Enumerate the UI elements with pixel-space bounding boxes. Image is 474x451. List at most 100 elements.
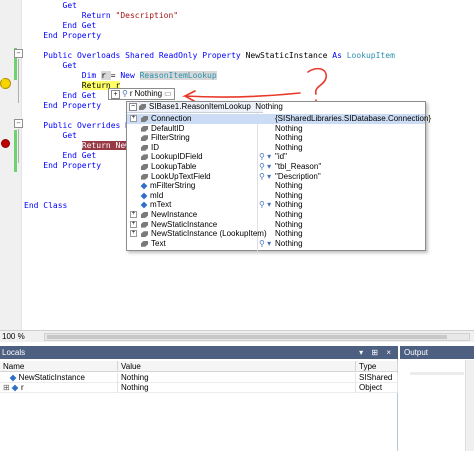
member-name: FilterString: [151, 133, 190, 143]
datatip-expand-icon[interactable]: +: [111, 89, 120, 99]
code-line[interactable]: Public Overloads Shared ReadOnly Propert…: [24, 51, 395, 61]
local-name: r: [20, 383, 24, 392]
window-buttons-icon[interactable]: ▾ ⊞ ×: [359, 346, 394, 359]
popup-member-row[interactable]: LookupTable ⚲ ▾ "tbl_Reason": [127, 162, 425, 172]
code-token: ReasonItemLookup: [139, 71, 217, 80]
member-value[interactable]: "id": [275, 152, 287, 162]
popup-header-row[interactable]: − SIBase1.ReasonItemLookup Nothing: [127, 102, 283, 113]
expand-icon[interactable]: +: [130, 220, 137, 228]
locals-window[interactable]: Locals ▾ ⊞ × Name Value Type NewStaticIn…: [0, 346, 398, 451]
instruction-pointer-arrow-icon: [2, 78, 10, 88]
popup-member-row[interactable]: + NewStaticInstance Nothing: [127, 220, 425, 230]
zoom-level[interactable]: 100 %: [2, 332, 25, 341]
vertical-scrollbar[interactable]: [465, 360, 474, 451]
output-title-bar[interactable]: Output: [400, 346, 474, 359]
code-line[interactable]: Dim r = New ReasonItemLookup: [24, 71, 217, 81]
column-header-value[interactable]: Value: [118, 361, 356, 372]
visualizer-magnifier-icon[interactable]: ⚲ ▾: [259, 200, 271, 210]
member-name: LookupTable: [151, 162, 197, 171]
editor-margin[interactable]: − −: [0, 0, 23, 330]
outline-collapse-icon[interactable]: −: [14, 119, 23, 128]
magnifier-icon[interactable]: ⚲: [122, 89, 128, 99]
pin-icon[interactable]: ▭: [164, 89, 172, 99]
popup-member-row[interactable]: LookupIDField ⚲ ▾ "id": [127, 152, 425, 162]
code-line[interactable]: End Get: [24, 91, 97, 101]
member-value[interactable]: Nothing: [275, 229, 303, 239]
code-line[interactable]: End Get: [24, 21, 97, 31]
code-line[interactable]: End Property: [24, 101, 101, 111]
visualizer-magnifier-icon[interactable]: ⚲ ▾: [259, 152, 271, 162]
column-header-type[interactable]: Type: [356, 361, 398, 372]
code-token: End Property: [43, 161, 102, 170]
code-token: NewStaticInstance: [245, 51, 333, 60]
expand-icon[interactable]: +: [130, 211, 137, 218]
datatip[interactable]: + ⚲ r Nothing ▭: [108, 88, 175, 100]
member-value[interactable]: Nothing: [275, 191, 303, 201]
local-value[interactable]: Nothing: [118, 373, 356, 383]
member-value[interactable]: Nothing: [275, 220, 303, 230]
locals-title-bar[interactable]: Locals ▾ ⊞ ×: [0, 346, 398, 359]
popup-member-row[interactable]: + NewStaticInstance (LookupItem) Nothing: [127, 229, 425, 239]
popup-member-row[interactable]: + Connection {SISharedLibraries.SIDatabase…: [127, 114, 431, 124]
popup-member-row[interactable]: FilterString Nothing: [127, 133, 425, 143]
member-name-cell: LookupIDField: [141, 152, 203, 162]
member-value[interactable]: Nothing: [275, 200, 303, 210]
horizontal-scrollbar[interactable]: [44, 333, 470, 341]
popup-member-row[interactable]: + NewInstance Nothing: [127, 210, 425, 220]
popup-member-row[interactable]: mId Nothing: [127, 191, 425, 201]
popup-member-row[interactable]: DefaultID Nothing: [127, 124, 425, 134]
member-value[interactable]: Nothing: [275, 210, 303, 220]
local-type: SIShared: [356, 373, 398, 383]
scrollbar-thumb[interactable]: [47, 335, 447, 339]
member-value[interactable]: Nothing: [275, 239, 303, 249]
member-value[interactable]: "Description": [275, 172, 321, 182]
code-line[interactable]: Get: [24, 131, 77, 141]
visualizer-magnifier-icon[interactable]: ⚲ ▾: [259, 239, 271, 249]
property-icon: [141, 125, 148, 132]
member-value[interactable]: {SISharedLibraries.SIDatabase.Connection…: [275, 114, 431, 124]
code-line[interactable]: Get: [24, 61, 77, 71]
property-icon: [141, 154, 148, 161]
code-line[interactable]: Get: [24, 1, 77, 11]
class-icon: [139, 104, 146, 110]
code-token: End Property: [43, 101, 102, 110]
outline-collapse-icon[interactable]: −: [14, 49, 23, 58]
collapse-icon[interactable]: −: [129, 103, 137, 111]
locals-row[interactable]: ⊞ r Nothing Object: [0, 383, 398, 393]
breakpoint-icon[interactable]: [1, 139, 10, 148]
datatip-expansion-popup[interactable]: − SIBase1.ReasonItemLookup Nothing + Conn…: [126, 101, 431, 251]
output-window[interactable]: Output: [400, 346, 474, 451]
popup-member-row[interactable]: mText ⚲ ▾ Nothing: [127, 200, 425, 210]
code-line[interactable]: Return "Description": [24, 11, 178, 21]
popup-member-row[interactable]: ID Nothing: [127, 143, 425, 153]
code-editor[interactable]: − − Get Return "Description" End Get End…: [0, 0, 474, 330]
member-value[interactable]: "tbl_Reason": [275, 162, 321, 172]
popup-member-row[interactable]: Text ⚲ ▾ Nothing: [127, 239, 425, 249]
member-name: LookupIDField: [151, 152, 203, 162]
member-value[interactable]: Nothing: [275, 124, 303, 134]
code-line[interactable]: Return r: [24, 81, 121, 91]
code-line[interactable]: End Get: [24, 151, 97, 161]
code-line[interactable]: End Class: [24, 201, 67, 211]
visualizer-magnifier-icon[interactable]: ⚲ ▾: [259, 162, 271, 172]
code-line[interactable]: End Property: [24, 31, 101, 41]
visualizer-magnifier-icon[interactable]: ⚲ ▾: [259, 172, 271, 182]
expand-icon[interactable]: +: [130, 115, 137, 122]
column-header-name[interactable]: Name: [0, 361, 118, 372]
locals-name-cell: ⊞ r: [0, 383, 118, 393]
locals-row[interactable]: NewStaticInstance Nothing SIShared: [0, 373, 398, 383]
local-value[interactable]: Nothing: [118, 383, 356, 393]
expand-icon[interactable]: +: [130, 230, 137, 238]
locals-column-header: Name Value Type: [0, 361, 398, 372]
code-line[interactable]: End Property: [24, 161, 101, 171]
member-value[interactable]: Nothing: [275, 133, 303, 143]
popup-member-row[interactable]: LookUpTextField ⚲ ▾ "Description": [127, 172, 425, 182]
member-value[interactable]: Nothing: [275, 143, 303, 153]
popup-member-row[interactable]: mFilterString Nothing: [127, 181, 425, 191]
member-value[interactable]: Nothing: [275, 181, 303, 191]
